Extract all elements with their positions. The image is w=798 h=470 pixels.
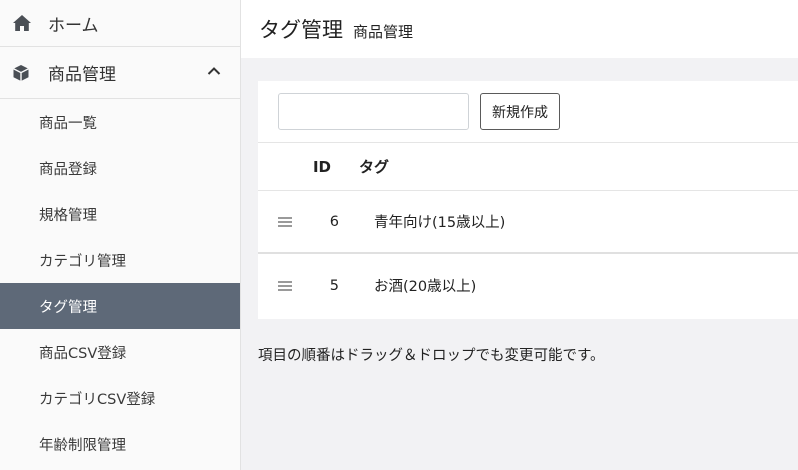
drag-handle-icon[interactable] — [258, 280, 312, 292]
drag-drop-hint: 項目の順番はドラッグ＆ドロップでも変更可能です。 — [258, 348, 605, 364]
sidebar-item-home-label: ホーム — [48, 15, 99, 36]
sidebar-subitem[interactable]: 規格管理 — [0, 191, 240, 237]
tag-name: 青年向け(15歳以上) — [374, 215, 506, 231]
create-new-button[interactable]: 新規作成 — [480, 93, 560, 130]
column-header-tag: タグ — [359, 158, 390, 176]
table-header: ID タグ — [258, 143, 798, 191]
tag-name: お酒(20歳以上) — [374, 279, 477, 295]
sidebar-subitem[interactable]: 年齢制限管理 — [0, 421, 240, 467]
table-row[interactable]: 5 お酒(20歳以上) — [258, 254, 798, 317]
column-header-id: ID — [312, 157, 331, 176]
chevron-up-icon[interactable] — [206, 63, 222, 79]
tag-id: 6 — [329, 213, 339, 230]
home-icon — [12, 12, 34, 34]
sidebar-group-products[interactable]: 商品管理 — [0, 47, 240, 99]
sidebar-subitem[interactable]: 商品登録 — [0, 145, 240, 191]
sidebar-group-products-label: 商品管理 — [48, 65, 116, 85]
sidebar-item-home[interactable]: ホーム — [0, 0, 240, 47]
sidebar-subitem[interactable]: 商品一覧 — [0, 99, 240, 145]
drag-handle-icon[interactable] — [258, 216, 312, 228]
sidebar-subnav: 商品一覧 商品登録 規格管理 カテゴリ管理 タグ管理 商品CSV登録 カテゴリCSV登録 年齢… — [0, 99, 240, 467]
sidebar-subitem[interactable]: 商品CSV登録 — [0, 329, 240, 375]
toolbar: 新規作成 — [258, 81, 798, 143]
table-body: 6 青年向け(15歳以上) 5 お酒(20歳以上) — [258, 191, 798, 317]
sidebar-subitem[interactable]: タグ管理 — [0, 283, 240, 329]
sidebar-subitem[interactable]: カテゴリ管理 — [0, 237, 240, 283]
page-subtitle: 商品管理 — [353, 22, 414, 41]
tag-id: 5 — [329, 277, 339, 294]
sidebar-subitem[interactable]: カテゴリCSV登録 — [0, 375, 240, 421]
page-header: タグ管理 商品管理 — [241, 0, 798, 58]
page-title: タグ管理 — [259, 18, 343, 42]
main-content: タグ管理 商品管理 新規作成 ID タグ 6 青年向け(15歳以上) 5 お酒(20歳… — [241, 0, 798, 470]
tag-list-card: 新規作成 ID タグ 6 青年向け(15歳以上) 5 お酒(20歳以上) — [258, 81, 798, 319]
table-row[interactable]: 6 青年向け(15歳以上) — [258, 191, 798, 254]
cube-icon — [12, 62, 34, 84]
new-tag-input[interactable] — [278, 93, 469, 130]
sidebar: ホーム 商品管理 商品一覧 商品登録 規格管理 カテゴリ管理 タグ管理 商品CSV登録 カテ… — [0, 0, 241, 470]
